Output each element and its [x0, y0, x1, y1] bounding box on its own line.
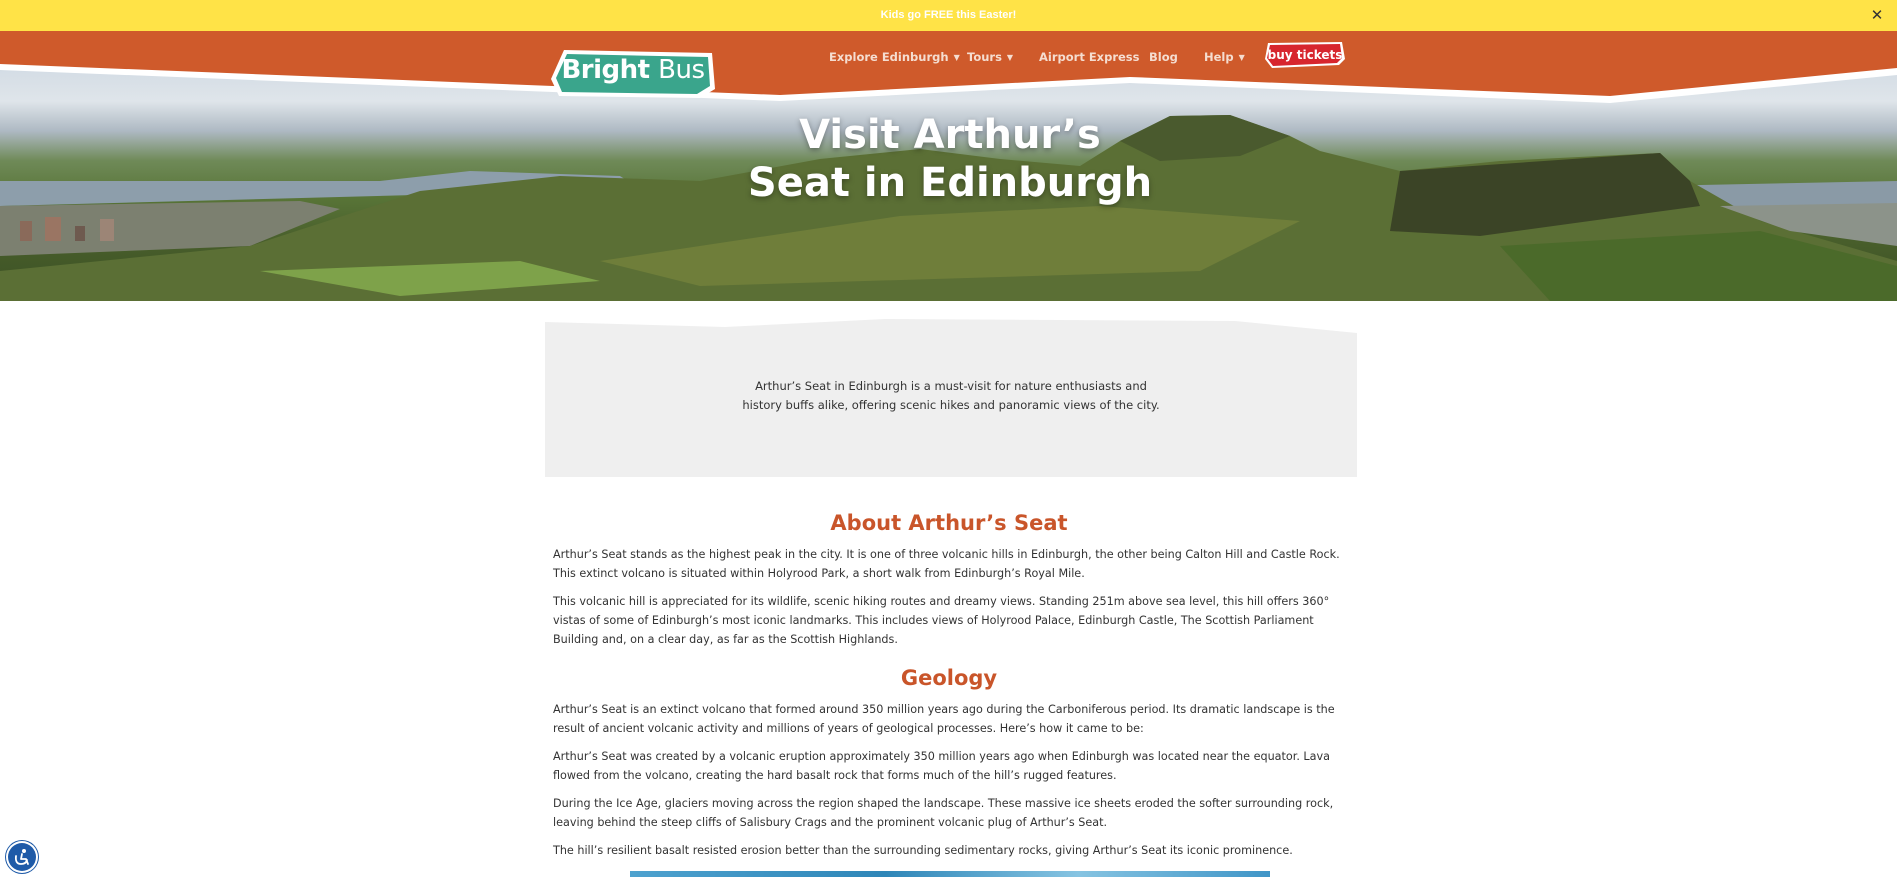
nav-tours-label: Tours [967, 50, 1002, 64]
about-paragraph-1: Arthur’s Seat stands as the highest peak… [553, 548, 1340, 580]
nav-blog-label: Blog [1149, 50, 1178, 64]
chevron-down-icon: ▼ [953, 53, 960, 62]
geology-paragraph-3: During the Ice Age, glaciers moving acro… [553, 797, 1334, 829]
announcement-bar: Kids go FREE this Easter! ✕ [0, 0, 1897, 31]
announcement-text[interactable]: Kids go FREE this Easter! [881, 9, 1017, 21]
chevron-down-icon: ▼ [1238, 53, 1245, 62]
nav-help[interactable]: Help ▼ [1204, 45, 1245, 69]
about-paragraph-2: This volcanic hill is appreciated for it… [553, 595, 1330, 646]
logo-bus: Bus [658, 55, 705, 85]
logo-bright: Bright [561, 55, 650, 85]
buy-tickets-button[interactable]: buy tickets [1264, 41, 1346, 70]
main-content: About Arthur’s Seat Arthur’s Seat stands… [553, 507, 1345, 860]
page-title-line-2: Seat in Edinburgh [747, 160, 1153, 206]
chevron-down-icon: ▼ [1006, 53, 1014, 62]
nav-explore-edinburgh-label: Explore Edinburgh [829, 50, 949, 64]
nav-blog[interactable]: Blog [1149, 45, 1178, 69]
nav-explore-edinburgh[interactable]: Explore Edinburgh ▼ [829, 45, 960, 69]
section-heading-about: About Arthur’s Seat [830, 511, 1068, 535]
hero-banner: Bright Bus Explore Edinburgh ▼ Tours ▼ Air… [0, 31, 1897, 301]
nav-tours[interactable]: Tours ▼ [967, 45, 1013, 69]
geology-paragraph-1: Arthur’s Seat is an extinct volcano that… [553, 703, 1335, 735]
intro-line-2: history buffs alike, offering scenic hik… [742, 398, 1160, 412]
nav-airport-express[interactable]: Airport Express [1039, 45, 1140, 69]
bright-bus-logo[interactable]: Bright Bus [550, 49, 716, 99]
intro-box: Arthur’s Seat in Edinburgh is a must-vis… [545, 319, 1357, 477]
nav-airport-express-label: Airport Express [1039, 50, 1140, 64]
nav-help-label: Help [1204, 50, 1234, 64]
buy-tickets-label: buy tickets [1267, 48, 1343, 62]
geology-paragraph-2: Arthur’s Seat was created by a volcanic … [553, 750, 1330, 782]
intro-line-1: Arthur’s Seat in Edinburgh is a must-vis… [755, 379, 1147, 393]
intro-text: Arthur’s Seat in Edinburgh is a must-vis… [545, 377, 1357, 415]
page-title-line-1: Visit Arthur’s [799, 112, 1101, 158]
section-image [630, 871, 1270, 877]
close-icon[interactable]: ✕ [1868, 6, 1886, 24]
section-heading-geology: Geology [900, 666, 998, 690]
page-title: Visit Arthur’s Seat in Edinburgh [650, 111, 1250, 207]
accessibility-icon[interactable] [8, 843, 36, 871]
geology-paragraph-4: The hill’s resilient basalt resisted ero… [553, 844, 1293, 857]
